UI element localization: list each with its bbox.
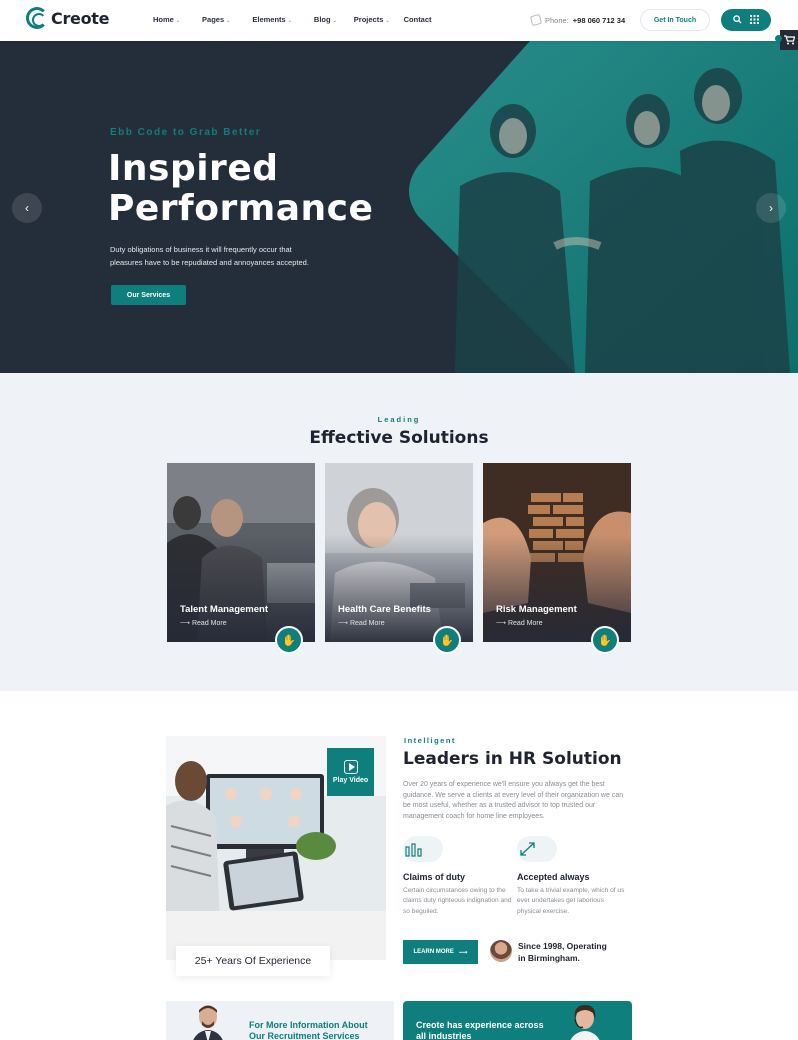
hero-slider: Ebb Code to Grab Better Inspired Perform… (0, 41, 798, 373)
read-more-link[interactable]: ⟶ Read More (496, 619, 543, 627)
main-nav: Home ⌄ Pages ⌄ Elements ⌄ Blog ⌄ Projects ⌄ C… (153, 15, 454, 24)
get-in-touch-button[interactable]: Get In Touch (640, 9, 710, 31)
health-card-photo (325, 463, 473, 642)
read-more-label: Read More (191, 620, 227, 627)
grid-icon[interactable] (750, 14, 759, 26)
nav-item-label: Projects (353, 15, 384, 24)
since-text: Since 1998, Operating in Birmingham. (518, 940, 607, 964)
section-title: Effective Solutions (309, 428, 489, 448)
search-icon[interactable] (733, 14, 742, 26)
hero-eyebrow: Ebb Code to Grab Better (110, 127, 262, 138)
page: Creote Home ⌄ Pages ⌄ Elements ⌄ Blog ⌄ Proj… (0, 0, 798, 1040)
feature-title: Claims of duty (403, 872, 466, 882)
hero-title: Inspired Performance (108, 149, 373, 229)
read-more-link[interactable]: ⟶ Read More (180, 619, 227, 627)
nav-item-elements[interactable]: Elements ⌄ (252, 15, 292, 24)
risk-card-photo (483, 463, 631, 642)
since-line: Since 1998, Operating (518, 941, 607, 951)
cart-icon[interactable] (780, 30, 798, 50)
slider-prev-arrow-icon[interactable]: ‹ (12, 193, 42, 223)
chevron-down-icon: ⌄ (287, 18, 292, 24)
learn-more-button[interactable]: LEARN MORE ⟶ (403, 940, 478, 964)
solution-card-risk[interactable]: Risk Management ⟶ Read More ✋ (483, 463, 631, 654)
play-video-button[interactable]: Play Video (327, 748, 374, 796)
nav-item-label: Blog (313, 15, 331, 24)
header-phone[interactable]: Phone: +98 060 712 34 (529, 13, 626, 27)
logo[interactable]: Creote (26, 7, 109, 29)
card-title: Talent Management (180, 604, 268, 615)
phone-label: Phone: (545, 15, 569, 25)
play-icon (343, 760, 358, 774)
learn-more-label: LEARN MORE (413, 949, 454, 955)
header-icon-group (721, 9, 771, 31)
hero-text-line: Duty obligations of business it will fre… (110, 245, 292, 254)
feature-claims-of-duty: Claims of duty Certain circumstances owi… (403, 836, 515, 917)
nav-item-pages[interactable]: Pages ⌄ (202, 15, 230, 24)
chevron-down-icon: ⌄ (175, 18, 181, 24)
cart-count-badge (775, 35, 782, 42)
logo-mark-icon (26, 7, 48, 29)
chevron-down-icon: ⌄ (332, 18, 337, 24)
info-line: all industries (416, 1031, 472, 1040)
nav-item-projects[interactable]: Projects ⌄ (354, 15, 390, 24)
arrow-right-icon: ⟶ (458, 949, 468, 956)
info-card-recruitment[interactable]: For More Information About Our Recruitme… (166, 1001, 394, 1040)
feature-text: To take a trivial example, which of us e… (517, 887, 625, 915)
read-more-label: Read More (507, 620, 543, 627)
hero-description: Duty obligations of business it will fre… (110, 244, 320, 269)
info-card-industries[interactable]: Creote has experience across all industr… (403, 1001, 632, 1040)
solution-card-health[interactable]: Health Care Benefits ⟶ Read More ✋ (325, 463, 473, 654)
talent-card-photo (167, 463, 315, 642)
info-card-text: For More Information About Our Recruitme… (249, 1020, 389, 1040)
hand-icon: ✋ (275, 626, 303, 654)
solution-card-talent[interactable]: Talent Management ⟶ Read More ✋ (167, 463, 315, 654)
man-portrait-photo (193, 1005, 223, 1040)
info-card-text: Creote has experience across all industr… (416, 1020, 556, 1040)
woman-headset-photo (570, 1005, 600, 1040)
hero-title-line: Inspired (108, 148, 279, 189)
info-line: For More Information About (249, 1020, 368, 1030)
nav-item-label: Elements (252, 15, 286, 24)
since-line: in Birmingham. (518, 953, 580, 963)
solutions-section: Leading Effective Solutions Talent Manag… (0, 373, 798, 691)
section-title: Leaders in HR Solution (403, 749, 622, 769)
logo-text: Creote (51, 8, 110, 28)
phone-icon (529, 13, 543, 27)
read-more-link[interactable]: ⟶ Read More (338, 619, 385, 627)
our-services-button[interactable]: Our Services (111, 285, 186, 305)
feature-title: Accepted always (517, 872, 590, 882)
nav-item-contact[interactable]: Contact (404, 15, 432, 24)
chart-bars-icon (403, 836, 443, 862)
years-experience-badge: 25+ Years Of Experience (176, 946, 330, 976)
card-title: Risk Management (496, 604, 577, 615)
arrows-exchange-icon (517, 836, 557, 862)
info-line: Creote has experience across (416, 1020, 544, 1030)
nav-item-blog[interactable]: Blog ⌄ (314, 15, 337, 24)
avatar (490, 940, 512, 962)
phone-number: +98 060 712 34 (572, 15, 626, 25)
section-eyebrow: Leading (377, 415, 421, 424)
nav-item-label: Contact (403, 15, 432, 24)
hand-icon: ✋ (591, 626, 619, 654)
hand-icon: ✋ (433, 626, 461, 654)
play-video-label: Play Video (332, 777, 369, 784)
feature-accepted-always: Accepted always To take a trivial exampl… (517, 836, 629, 917)
nav-item-label: Pages (202, 15, 225, 24)
section-eyebrow: Intelligent (404, 736, 456, 745)
info-line: Our Recruitment Services (249, 1031, 360, 1040)
slider-next-arrow-icon[interactable]: › (756, 193, 786, 223)
hero-text-line: pleasures have to be repudiated and anno… (110, 257, 309, 267)
hr-solution-section: Play Video 25+ Years Of Experience Intel… (0, 691, 798, 1040)
chevron-down-icon: ⌄ (226, 18, 231, 24)
feature-text: Certain circumstances owing to the claim… (403, 887, 512, 915)
card-title: Health Care Benefits (338, 604, 431, 615)
read-more-label: Read More (349, 620, 385, 627)
hero-title-line: Performance (108, 188, 374, 229)
nav-item-label: Home (153, 15, 174, 24)
site-header: Creote Home ⌄ Pages ⌄ Elements ⌄ Blog ⌄ Proj… (0, 0, 798, 41)
nav-item-home[interactable]: Home ⌄ (153, 15, 180, 24)
chevron-down-icon: ⌄ (385, 18, 390, 24)
hr-description: Over 20 years of experience we'll ensure… (403, 781, 624, 821)
